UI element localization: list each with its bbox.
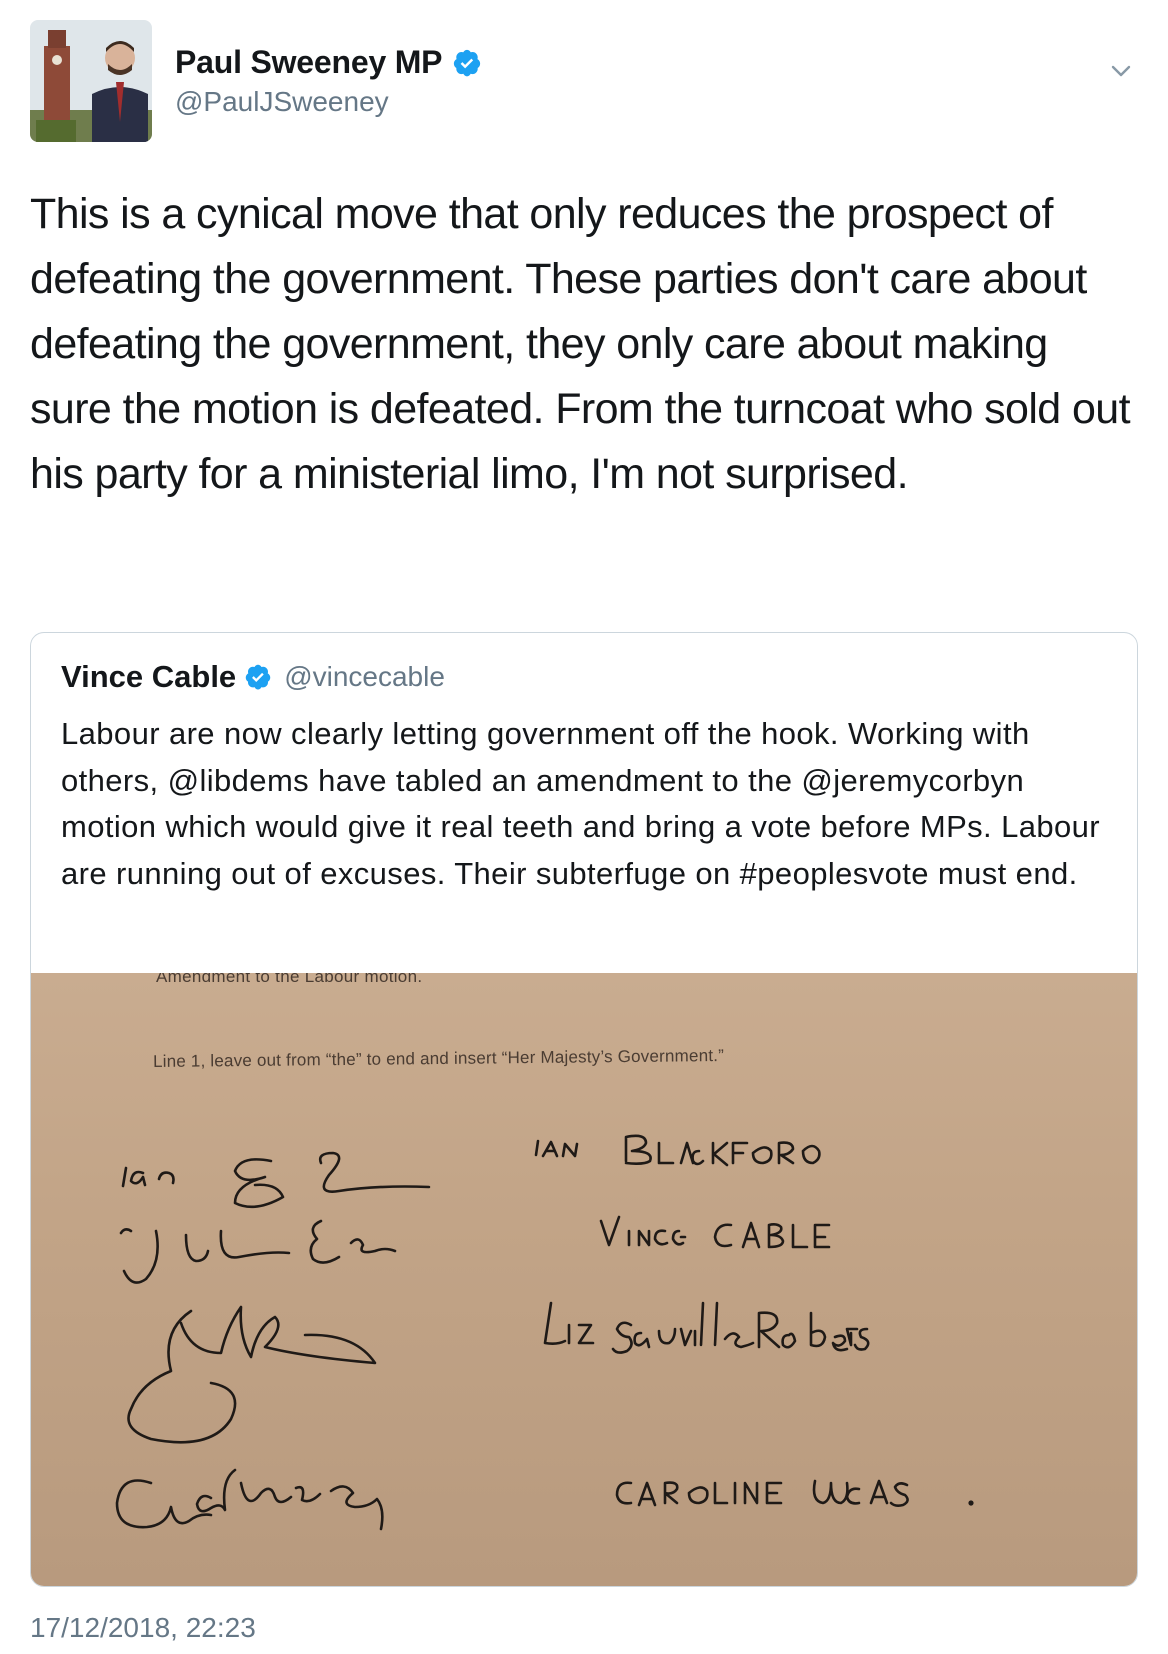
avatar[interactable] — [30, 20, 152, 142]
tweet-header: Paul Sweeney MP @PaulJSweeney — [30, 20, 1138, 142]
amendment-document-image[interactable]: Amendment to the Labour motion. Line 1, … — [31, 973, 1137, 1586]
verified-badge-icon — [454, 49, 481, 76]
tweet-timestamp[interactable]: 17/12/2018, 22:23 — [30, 1612, 256, 1644]
author-name-row: Paul Sweeney MP — [175, 44, 482, 81]
verified-badge-icon — [245, 664, 271, 690]
author-display-name[interactable]: Paul Sweeney MP — [175, 44, 443, 81]
chevron-down-icon[interactable] — [1106, 56, 1136, 86]
tweet-text: This is a cynical move that only reduces… — [30, 190, 1131, 498]
quoted-tweet-card[interactable]: Vince Cable @vincecable Labour are now c… — [30, 632, 1138, 1587]
quoted-tweet-header: Vince Cable @vincecable — [61, 659, 445, 695]
quoted-tweet-text: Labour are now clearly letting governmen… — [61, 716, 1101, 891]
quoted-author-handle[interactable]: @vincecable — [284, 661, 445, 693]
author-handle[interactable]: @PaulJSweeney — [175, 86, 389, 118]
quoted-author-name[interactable]: Vince Cable — [61, 659, 236, 695]
signatures — [115, 1134, 974, 1531]
